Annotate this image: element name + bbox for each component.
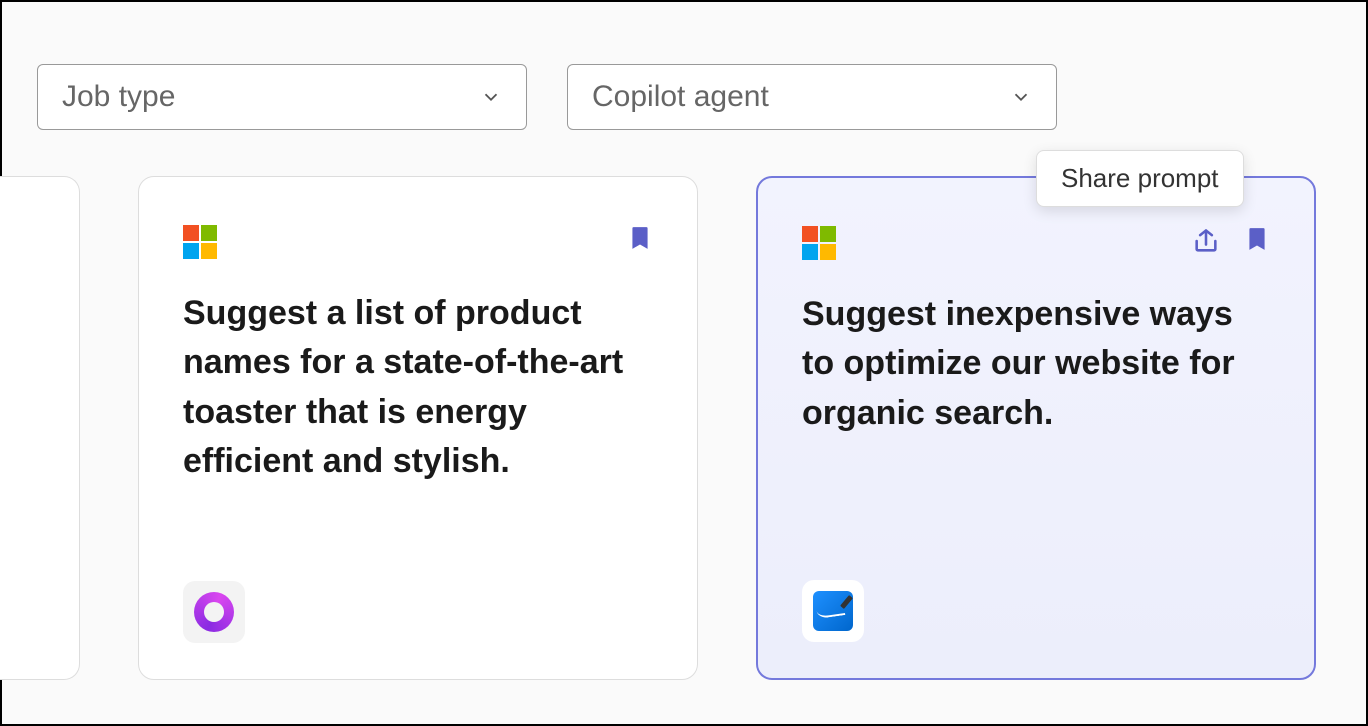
copilot-agent-dropdown[interactable]: Copilot agent <box>567 64 1057 130</box>
prompt-cards-row: Suggest a list of product names for a st… <box>0 130 1366 680</box>
job-type-dropdown[interactable]: Job type <box>37 64 527 130</box>
chevron-down-icon <box>1010 86 1032 108</box>
card-actions <box>1192 226 1270 256</box>
card-actions <box>627 225 653 255</box>
prompt-text: Suggest inexpensive ways to optimize our… <box>802 290 1270 580</box>
card-header <box>183 225 653 259</box>
card-footer <box>802 580 1270 642</box>
job-type-label: Job type <box>62 80 175 114</box>
app-chip-loop[interactable] <box>183 581 245 643</box>
share-prompt-tooltip: Share prompt <box>1036 150 1244 207</box>
share-icon[interactable] <box>1192 227 1220 255</box>
microsoft-logo-icon <box>802 226 836 260</box>
prompt-text: Suggest a list of product names for a st… <box>183 289 653 581</box>
filter-bar: Job type Copilot agent <box>2 2 1366 130</box>
prompt-card-1[interactable]: Suggest a list of product names for a st… <box>138 176 698 680</box>
prompt-card-previous[interactable] <box>0 176 80 680</box>
copilot-agent-label: Copilot agent <box>592 80 769 114</box>
prompt-card-2[interactable]: Suggest inexpensive ways to optimize our… <box>756 176 1316 680</box>
bookmark-icon[interactable] <box>1244 226 1270 256</box>
app-chip-whiteboard[interactable] <box>802 580 864 642</box>
microsoft-logo-icon <box>183 225 217 259</box>
chevron-down-icon <box>480 86 502 108</box>
loop-icon <box>194 592 234 632</box>
bookmark-icon[interactable] <box>627 225 653 255</box>
card-header <box>802 226 1270 260</box>
whiteboard-icon <box>813 591 853 631</box>
card-footer <box>183 581 653 643</box>
